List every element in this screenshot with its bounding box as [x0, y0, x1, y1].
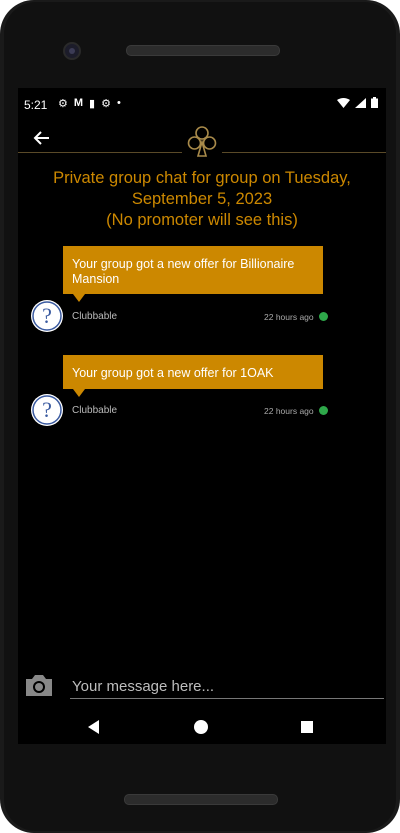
message-text: Your group got a new offer for Billionai…: [72, 257, 295, 286]
nav-recent-icon[interactable]: [301, 721, 313, 733]
screen: 5:21 ⚙ M ▮ ⚙ • Private group chat for gr…: [18, 88, 386, 744]
wifi-icon: [337, 97, 350, 108]
settings-gear-icon: ⚙: [58, 98, 68, 110]
message-input[interactable]: [70, 674, 384, 699]
dot-icon: •: [116, 97, 121, 109]
top-speaker: [126, 45, 280, 56]
question-avatar-icon: ?: [31, 394, 63, 426]
title-line-1: Private group chat for group on Tuesday,: [53, 169, 351, 187]
gmail-icon: M: [73, 97, 84, 109]
title-line-3: (No promoter will see this): [106, 211, 298, 229]
settings-gear-icon: ⚙: [101, 98, 111, 110]
battery-icon: [371, 97, 378, 108]
top-app-bar: [18, 120, 386, 162]
sd-card-icon: ▮: [89, 98, 96, 110]
phone-frame: 5:21 ⚙ M ▮ ⚙ • Private group chat for gr…: [0, 0, 400, 833]
status-bar: 5:21 ⚙ M ▮ ⚙ •: [18, 88, 386, 120]
svg-text:?: ?: [42, 303, 52, 328]
camera-icon[interactable]: [24, 672, 54, 698]
message-bubble[interactable]: Your group got a new offer for 1OAK: [63, 355, 323, 397]
status-time: 5:21: [24, 98, 48, 112]
back-arrow-icon[interactable]: [32, 128, 52, 148]
message-time: 22 hours ago: [264, 312, 314, 322]
signal-icon: [355, 97, 366, 108]
nav-back-icon[interactable]: [88, 720, 99, 734]
chat-title: Private group chat for group on Tuesday,…: [18, 168, 386, 231]
message-bubble[interactable]: Your group got a new offer for Billionai…: [63, 246, 323, 302]
notification-icons: ⚙ M ▮ ⚙ •: [58, 97, 121, 110]
check-icon: [319, 312, 328, 321]
bottom-speaker: [124, 794, 278, 805]
nav-home-icon[interactable]: [194, 720, 208, 734]
front-camera: [63, 42, 81, 60]
club-suit-icon: [182, 122, 222, 162]
message-text: Your group got a new offer for 1OAK: [72, 366, 274, 380]
svg-text:?: ?: [42, 397, 52, 422]
message-composer: [18, 666, 386, 706]
message-sender: Clubbable: [72, 311, 118, 322]
title-line-2: September 5, 2023: [131, 190, 273, 208]
system-icons: [337, 97, 378, 108]
check-icon: [319, 406, 328, 415]
message-time: 22 hours ago: [264, 406, 314, 416]
message-sender: Clubbable: [72, 405, 118, 416]
navigation-bar: [18, 708, 386, 744]
question-avatar-icon: ?: [31, 300, 63, 332]
